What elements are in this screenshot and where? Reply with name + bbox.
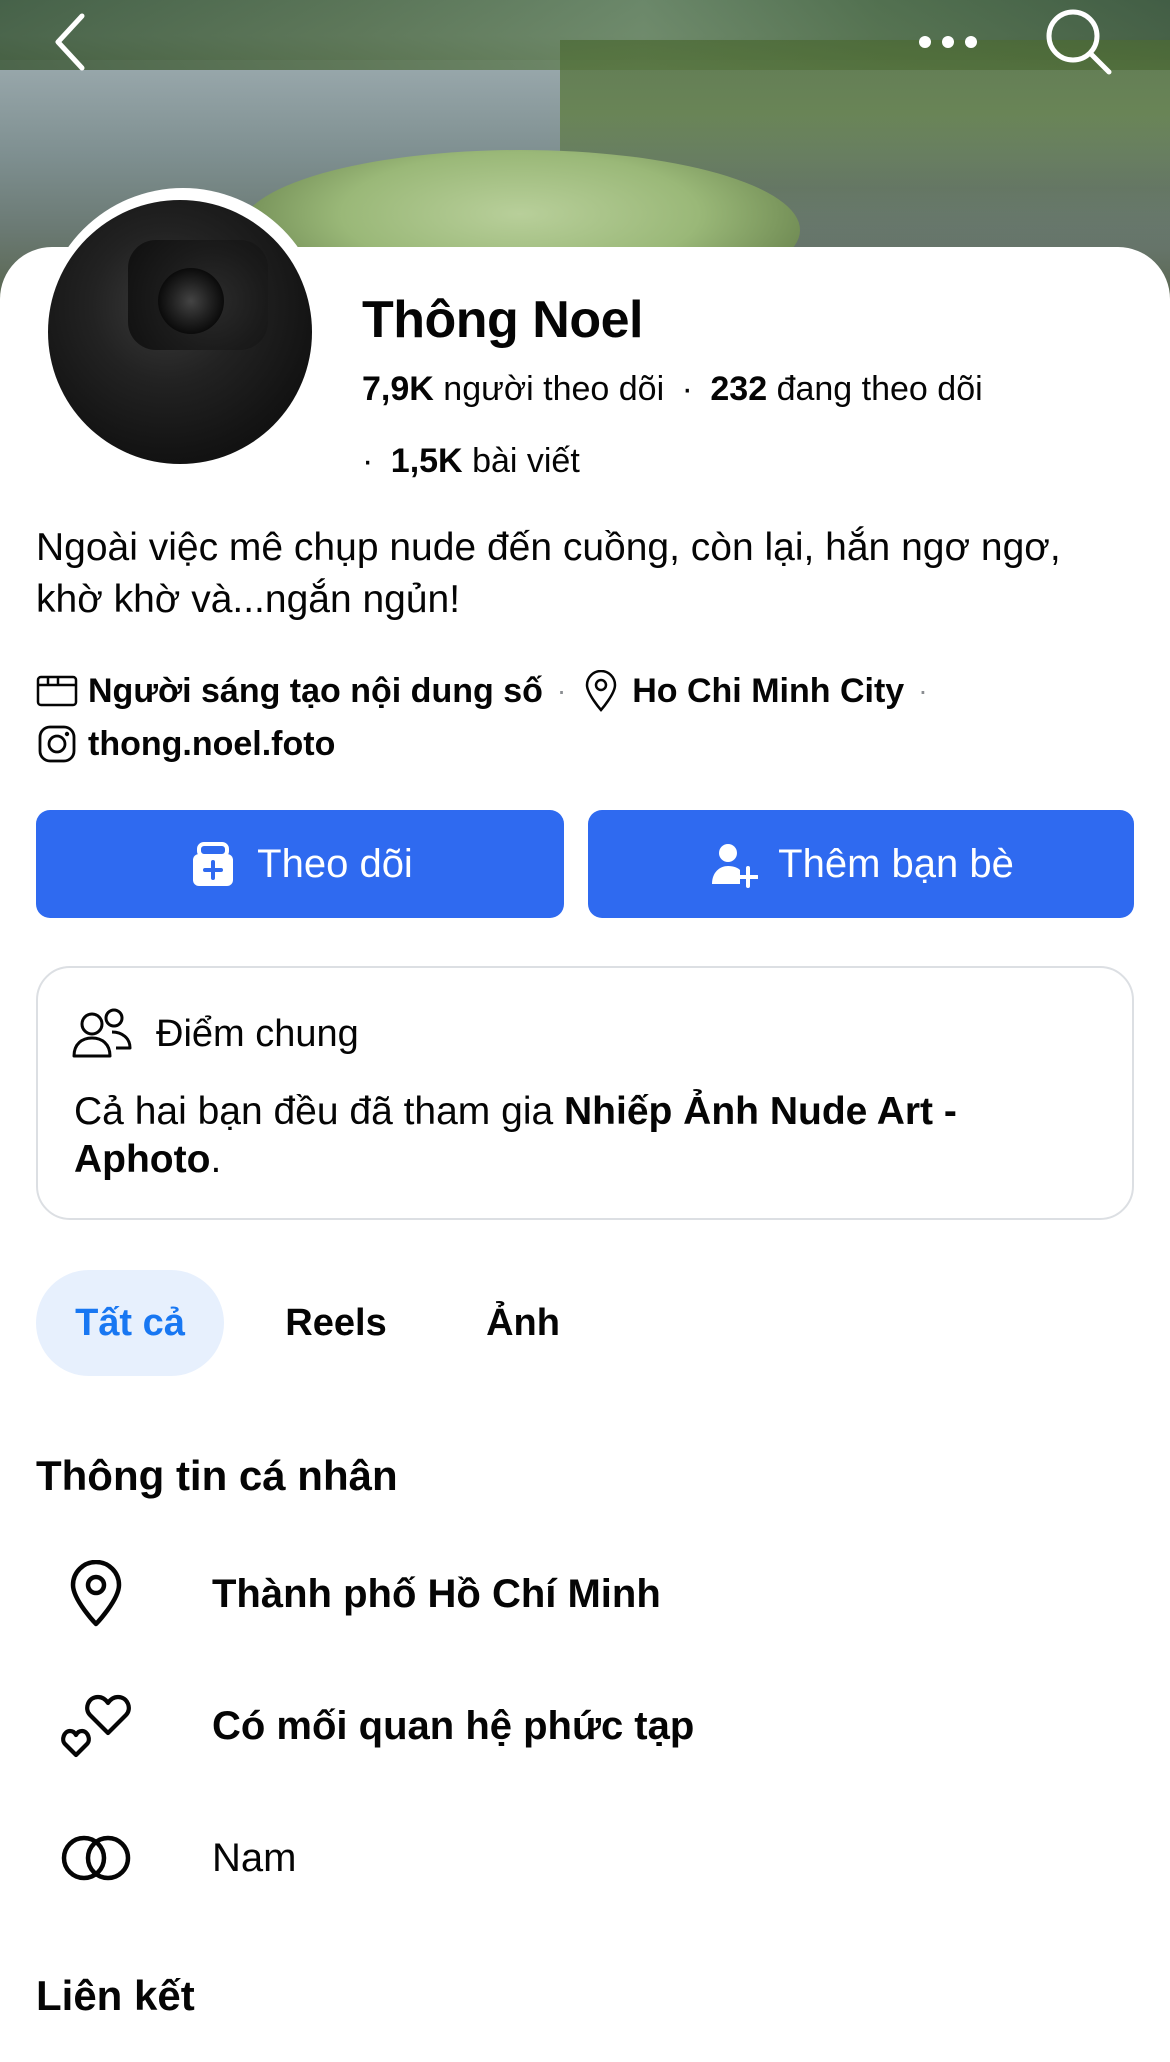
posts-count: 1,5K: [390, 442, 463, 480]
common-card[interactable]: Điểm chung Cả hai bạn đều đã tham gia Nh…: [36, 966, 1134, 1220]
tab-all[interactable]: Tất cả: [36, 1270, 224, 1376]
clapperboard-icon: [36, 670, 78, 712]
avatar-lens: [158, 268, 224, 334]
info-row-relationship[interactable]: Có mối quan hệ phức tạp: [56, 1686, 694, 1766]
personal-info-title: Thông tin cá nhân: [36, 1452, 398, 1499]
stats-separator: ·: [362, 442, 374, 480]
search-icon: [1046, 9, 1112, 75]
meta-separator: ·: [918, 675, 928, 706]
follow-label: Theo dõi: [257, 841, 413, 886]
posts-label: bài viết: [472, 442, 580, 480]
info-row-gender[interactable]: Nam: [56, 1818, 296, 1898]
hearts-icon: [56, 1686, 136, 1766]
back-button[interactable]: [46, 10, 94, 74]
follow-button[interactable]: Theo dõi: [36, 810, 564, 918]
tab-reels[interactable]: Reels: [224, 1270, 448, 1376]
stats-separator: ·: [681, 370, 693, 408]
info-row-location[interactable]: Thành phố Hồ Chí Minh: [56, 1554, 661, 1634]
common-title: Điểm chung: [156, 1012, 359, 1055]
profile-meta-row: Người sáng tạo nội dung số · Ho Chi Minh…: [36, 670, 942, 712]
tab-photos[interactable]: Ảnh: [448, 1270, 598, 1376]
follow-icon: [187, 838, 239, 890]
location-pin-icon: [56, 1554, 136, 1634]
followers-count[interactable]: 7,9K: [362, 370, 434, 408]
add-friend-icon: [708, 838, 760, 890]
add-friend-label: Thêm bạn bè: [778, 841, 1014, 886]
common-text: Cả hai bạn đều đã tham gia Nhiếp Ảnh Nud…: [74, 1088, 1084, 1184]
search-button[interactable]: [1040, 6, 1116, 76]
profile-category: Người sáng tạo nội dung số: [88, 671, 543, 710]
profile-stats: 7,9K người theo dõi · 232 đang theo dõi: [362, 370, 983, 409]
info-relationship-text: Có mối quan hệ phức tạp: [212, 1703, 695, 1748]
instagram-handle[interactable]: thong.noel.foto: [88, 725, 335, 764]
profile-bio: Ngoài việc mê chụp nude đến cuồng, còn l…: [36, 526, 1061, 621]
chevron-left-icon: [55, 13, 85, 71]
following-label[interactable]: đang theo dõi: [777, 370, 983, 408]
profile-tabs: Tất cả Reels Ảnh: [36, 1270, 598, 1376]
more-horizontal-icon: [919, 36, 977, 48]
followers-label[interactable]: người theo dõi: [443, 370, 664, 408]
profile-stats-posts: · 1,5K bài viết: [362, 442, 580, 481]
more-button[interactable]: [910, 14, 986, 70]
profile-location[interactable]: Ho Chi Minh City: [632, 672, 904, 711]
info-gender-text: Nam: [212, 1835, 297, 1880]
common-header: Điểm chung: [72, 1004, 359, 1064]
add-friend-button[interactable]: Thêm bạn bè: [588, 810, 1134, 918]
profile-instagram-row[interactable]: thong.noel.foto: [36, 723, 335, 765]
info-location-text: Thành phố Hồ Chí Minh: [212, 1571, 661, 1616]
people-icon: [72, 1004, 132, 1064]
links-title: Liên kết: [36, 1972, 195, 2019]
common-text-suffix: .: [210, 1138, 222, 1181]
avatar[interactable]: [48, 200, 312, 464]
gender-rings-icon: [56, 1818, 136, 1898]
avatar-camera: [128, 240, 268, 350]
meta-separator: ·: [556, 675, 567, 706]
following-count[interactable]: 232: [710, 370, 767, 408]
profile-name: Thông Noel: [362, 291, 643, 349]
common-text-prefix: Cả hai bạn đều đã tham gia: [74, 1090, 565, 1133]
location-pin-icon: [580, 670, 622, 712]
instagram-icon: [36, 723, 78, 765]
